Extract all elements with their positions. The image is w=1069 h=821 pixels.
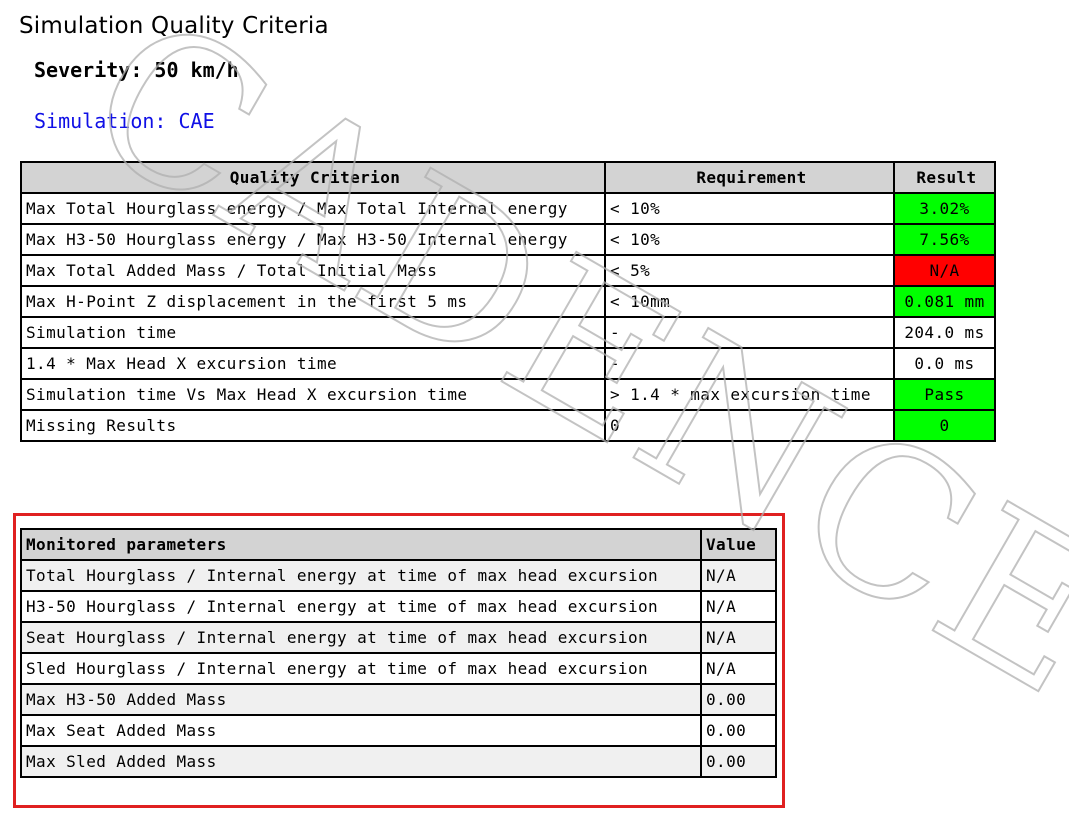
table-row: Max Seat Added Mass 0.00 <box>20 714 777 747</box>
table-header-row: Monitored parameters Value <box>20 528 777 561</box>
parameter-cell: Sled Hourglass / Internal energy at time… <box>20 652 702 685</box>
table-row: Max H3-50 Added Mass 0.00 <box>20 683 777 716</box>
criterion-cell: Missing Results <box>20 409 606 442</box>
requirement-cell: < 10% <box>604 223 895 256</box>
criterion-cell: Max Total Added Mass / Total Initial Mas… <box>20 254 606 287</box>
criterion-cell: Max H3-50 Hourglass energy / Max H3-50 I… <box>20 223 606 256</box>
header-value: Value <box>700 528 777 561</box>
parameter-cell: Seat Hourglass / Internal energy at time… <box>20 621 702 654</box>
requirement-cell: - <box>604 347 895 380</box>
parameter-cell: Max H3-50 Added Mass <box>20 683 702 716</box>
quality-criteria-table: Quality Criterion Requirement Result Max… <box>20 161 996 442</box>
value-cell: N/A <box>700 652 777 685</box>
requirement-cell: > 1.4 * max excursion time <box>604 378 895 411</box>
table-row: Seat Hourglass / Internal energy at time… <box>20 621 777 654</box>
header-requirement: Requirement <box>604 161 895 194</box>
table-header-row: Quality Criterion Requirement Result <box>20 161 996 194</box>
criterion-cell: Simulation time Vs Max Head X excursion … <box>20 378 606 411</box>
table-row: Max H3-50 Hourglass energy / Max H3-50 I… <box>20 223 996 256</box>
criterion-cell: Max H-Point Z displacement in the first … <box>20 285 606 318</box>
requirement-cell: < 10% <box>604 192 895 225</box>
table-row: Max Total Added Mass / Total Initial Mas… <box>20 254 996 287</box>
requirement-cell: - <box>604 316 895 349</box>
header-monitored-parameters: Monitored parameters <box>20 528 702 561</box>
table-row: Sled Hourglass / Internal energy at time… <box>20 652 777 685</box>
result-cell: 7.56% <box>893 223 996 256</box>
requirement-cell: 0 <box>604 409 895 442</box>
table-row: Simulation time -204.0 ms <box>20 316 996 349</box>
result-cell: N/A <box>893 254 996 287</box>
table-row: Max Sled Added Mass 0.00 <box>20 745 777 778</box>
page-title: Simulation Quality Criteria <box>19 13 329 39</box>
result-cell: 0.0 ms <box>893 347 996 380</box>
header-quality-criterion: Quality Criterion <box>20 161 606 194</box>
result-cell: Pass <box>893 378 996 411</box>
table-row: H3-50 Hourglass / Internal energy at tim… <box>20 590 777 623</box>
table-row: Missing Results 0 0 <box>20 409 996 442</box>
value-cell: N/A <box>700 590 777 623</box>
parameter-cell: Max Sled Added Mass <box>20 745 702 778</box>
value-cell: 0.00 <box>700 745 777 778</box>
parameter-cell: H3-50 Hourglass / Internal energy at tim… <box>20 590 702 623</box>
value-cell: 0.00 <box>700 683 777 716</box>
severity-label: Severity: 50 km/h <box>34 58 239 82</box>
value-cell: 0.00 <box>700 714 777 747</box>
result-cell: 0.081 mm <box>893 285 996 318</box>
value-cell: N/A <box>700 621 777 654</box>
table-row: Total Hourglass / Internal energy at tim… <box>20 559 777 592</box>
monitored-parameters-table: Monitored parameters Value Total Hourgla… <box>20 528 777 778</box>
result-cell: 3.02% <box>893 192 996 225</box>
simulation-label: Simulation: CAE <box>34 109 215 133</box>
value-cell: N/A <box>700 559 777 592</box>
criterion-cell: 1.4 * Max Head X excursion time <box>20 347 606 380</box>
table-row: 1.4 * Max Head X excursion time -0.0 ms <box>20 347 996 380</box>
table-row: Max H-Point Z displacement in the first … <box>20 285 996 318</box>
parameter-cell: Total Hourglass / Internal energy at tim… <box>20 559 702 592</box>
header-result: Result <box>893 161 996 194</box>
table-row: Simulation time Vs Max Head X excursion … <box>20 378 996 411</box>
parameter-cell: Max Seat Added Mass <box>20 714 702 747</box>
criterion-cell: Max Total Hourglass energy / Max Total I… <box>20 192 606 225</box>
result-cell: 0 <box>893 409 996 442</box>
table-row: Max Total Hourglass energy / Max Total I… <box>20 192 996 225</box>
result-cell: 204.0 ms <box>893 316 996 349</box>
requirement-cell: < 5% <box>604 254 895 287</box>
requirement-cell: < 10mm <box>604 285 895 318</box>
criterion-cell: Simulation time <box>20 316 606 349</box>
